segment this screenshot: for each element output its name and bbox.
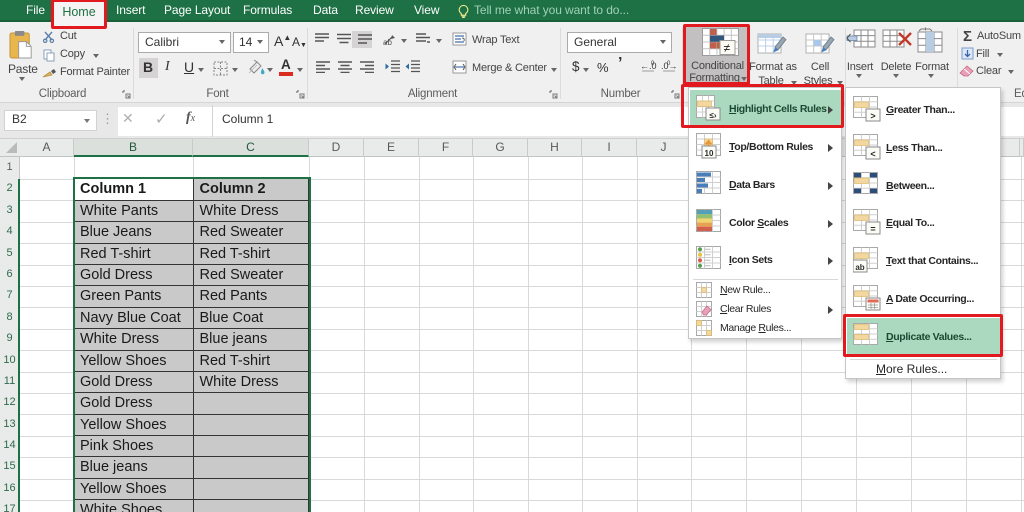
svg-text:ab: ab: [855, 263, 864, 272]
svg-text:10: 10: [705, 149, 714, 158]
svg-text:<: <: [870, 149, 875, 159]
svg-text:=: =: [870, 224, 875, 234]
svg-text:>: >: [870, 111, 875, 121]
svg-text:ab: ab: [383, 38, 392, 46]
